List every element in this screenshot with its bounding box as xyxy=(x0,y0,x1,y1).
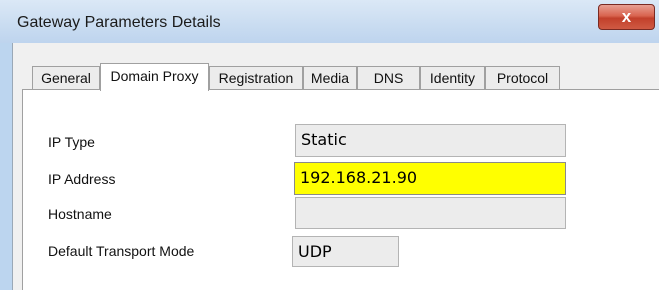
hostname-field[interactable] xyxy=(295,197,566,229)
ip-type-field[interactable]: Static xyxy=(295,124,566,157)
transport-mode-label: Default Transport Mode xyxy=(48,243,195,259)
tab-protocol[interactable]: Protocol xyxy=(485,66,560,90)
window-frame-left xyxy=(0,43,12,290)
ip-type-label: IP Type xyxy=(48,134,95,150)
hostname-label: Hostname xyxy=(48,206,112,222)
window-title: Gateway Parameters Details xyxy=(17,14,221,31)
close-button[interactable]: x xyxy=(598,4,655,30)
ip-address-field[interactable]: 192.168.21.90 xyxy=(294,162,566,195)
ip-address-label: IP Address xyxy=(48,171,116,187)
tab-media[interactable]: Media xyxy=(303,66,357,90)
tab-dns[interactable]: DNS xyxy=(357,66,420,90)
transport-mode-field[interactable]: UDP xyxy=(292,236,399,267)
close-icon: x xyxy=(621,7,632,26)
dialog-window: Gateway Parameters Details x General Dom… xyxy=(0,0,659,290)
tab-identity[interactable]: Identity xyxy=(420,66,485,90)
tab-domain-proxy[interactable]: Domain Proxy xyxy=(100,63,209,91)
tab-registration[interactable]: Registration xyxy=(209,66,303,90)
tab-general[interactable]: General xyxy=(32,66,100,90)
title-bar[interactable]: Gateway Parameters Details x xyxy=(0,0,659,43)
